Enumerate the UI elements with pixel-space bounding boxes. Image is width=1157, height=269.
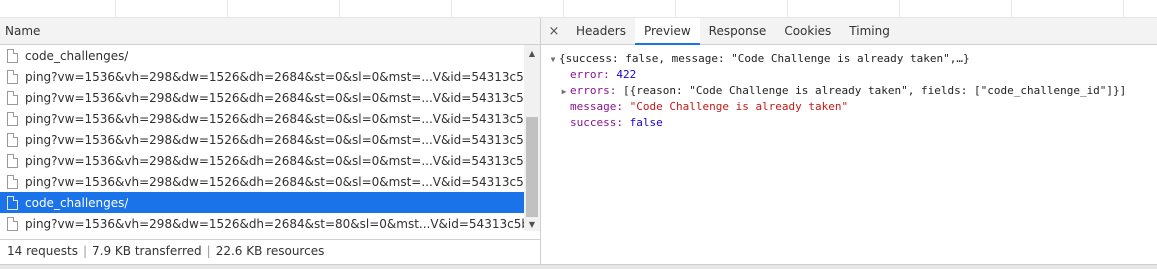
document-icon: [7, 132, 18, 147]
request-name: ping?vw=1536&vh=298&dw=1526&dh=2684&st=0…: [25, 90, 524, 105]
details-tab-bar: × Headers Preview Response Cookies Timin…: [541, 18, 1157, 45]
json-key: message:: [570, 100, 623, 113]
request-name: code_challenges/: [25, 48, 129, 63]
request-row[interactable]: ping?vw=1536&vh=298&dw=1526&dh=2684&st=0…: [0, 108, 524, 129]
request-row[interactable]: code_challenges/: [0, 192, 524, 213]
json-value: [{reason: "Code Challenge is already tak…: [622, 84, 1127, 97]
request-name: ping?vw=1536&vh=298&dw=1526&dh=2684&st=0…: [25, 132, 524, 147]
status-separator: |: [82, 244, 87, 258]
timeline-gridline: [227, 0, 228, 18]
resources-size: 22.6 KB resources: [215, 244, 325, 258]
drawer-bottom-edge: [0, 264, 1157, 269]
timeline-gridline: [115, 0, 116, 18]
expanded-triangle-icon[interactable]: ▼: [547, 52, 559, 68]
request-details-panel: × Headers Preview Response Cookies Timin…: [541, 18, 1157, 264]
request-name: ping?vw=1536&vh=298&dw=1526&dh=2684&st=0…: [25, 153, 524, 168]
tab-cookies[interactable]: Cookies: [775, 18, 840, 44]
request-row[interactable]: code_challenges/: [0, 45, 524, 66]
tab-timing[interactable]: Timing: [840, 18, 899, 44]
tab-response[interactable]: Response: [700, 18, 776, 44]
timeline-gridline: [899, 0, 900, 18]
json-property-success: success: false: [541, 115, 1157, 131]
scroll-down-arrow-icon[interactable]: ▼: [524, 217, 540, 231]
json-key: errors:: [570, 84, 617, 97]
tab-headers[interactable]: Headers: [567, 18, 635, 44]
json-value: "Code Challenge is already taken": [629, 100, 849, 113]
request-name: ping?vw=1536&vh=298&dw=1526&dh=2684&st=0…: [25, 174, 524, 189]
network-status-bar: 14 requests | 7.9 KB transferred | 22.6 KB r…: [0, 239, 540, 264]
request-row[interactable]: ping?vw=1536&vh=298&dw=1526&dh=2684&st=8…: [0, 213, 524, 231]
timeline-gridline: [451, 0, 452, 18]
request-list-scrollbar[interactable]: ▲ ▼: [524, 45, 540, 231]
request-name: code_challenges/: [25, 195, 129, 210]
request-row[interactable]: ping?vw=1536&vh=298&dw=1526&dh=2684&st=0…: [0, 150, 524, 171]
timeline-overview: [0, 0, 1157, 18]
json-property-message: message: "Code Challenge is already take…: [541, 99, 1157, 115]
scrollbar-thumb[interactable]: [526, 117, 538, 217]
json-value: false: [629, 116, 663, 129]
request-list-panel: Name code_challenges/ping?vw=1536&vh=298…: [0, 18, 541, 264]
request-row[interactable]: ping?vw=1536&vh=298&dw=1526&dh=2684&st=0…: [0, 87, 524, 108]
timeline-gridline: [563, 0, 564, 18]
request-name: ping?vw=1536&vh=298&dw=1526&dh=2684&st=0…: [25, 111, 524, 126]
tab-preview[interactable]: Preview: [634, 18, 700, 45]
request-count: 14 requests: [7, 244, 78, 258]
timeline-gridline: [787, 0, 788, 18]
json-key: success:: [570, 116, 623, 129]
document-icon: [7, 90, 18, 105]
json-key: error:: [570, 68, 610, 81]
document-icon: [7, 153, 18, 168]
json-property-error: error: 422: [541, 67, 1157, 83]
document-icon: [7, 48, 18, 63]
document-icon: [7, 174, 18, 189]
scroll-up-arrow-icon[interactable]: ▲: [524, 46, 540, 60]
timeline-gridline: [339, 0, 340, 18]
timeline-gridline: [1123, 0, 1124, 18]
json-root-line[interactable]: ▼ {success: false, message: "Code Challen…: [541, 51, 1157, 67]
request-row[interactable]: ping?vw=1536&vh=298&dw=1526&dh=2684&st=0…: [0, 129, 524, 150]
document-icon: [7, 111, 18, 126]
json-property-errors[interactable]: ▶ errors: [{reason: "Code Challenge is al…: [541, 83, 1157, 99]
json-value: 422: [616, 68, 637, 81]
status-separator: |: [206, 244, 211, 258]
collapsed-triangle-icon[interactable]: ▶: [558, 84, 570, 100]
document-icon: [7, 216, 18, 231]
json-summary: {success: false, message: "Code Challeng…: [559, 52, 970, 65]
transferred-size: 7.9 KB transferred: [92, 244, 202, 258]
request-name: ping?vw=1536&vh=298&dw=1526&dh=2684&st=8…: [25, 216, 524, 231]
request-row[interactable]: ping?vw=1536&vh=298&dw=1526&dh=2684&st=0…: [0, 171, 524, 192]
timeline-gridline: [675, 0, 676, 18]
close-icon[interactable]: ×: [541, 18, 567, 44]
timeline-gridline: [1011, 0, 1012, 18]
document-icon: [7, 69, 18, 84]
request-row[interactable]: ping?vw=1536&vh=298&dw=1526&dh=2684&st=0…: [0, 66, 524, 87]
document-icon: [7, 195, 18, 210]
name-column-header[interactable]: Name: [0, 18, 540, 45]
json-preview: ▼ {success: false, message: "Code Challen…: [541, 45, 1157, 131]
request-name: ping?vw=1536&vh=298&dw=1526&dh=2684&st=0…: [25, 69, 524, 84]
request-list: code_challenges/ping?vw=1536&vh=298&dw=1…: [0, 45, 524, 231]
